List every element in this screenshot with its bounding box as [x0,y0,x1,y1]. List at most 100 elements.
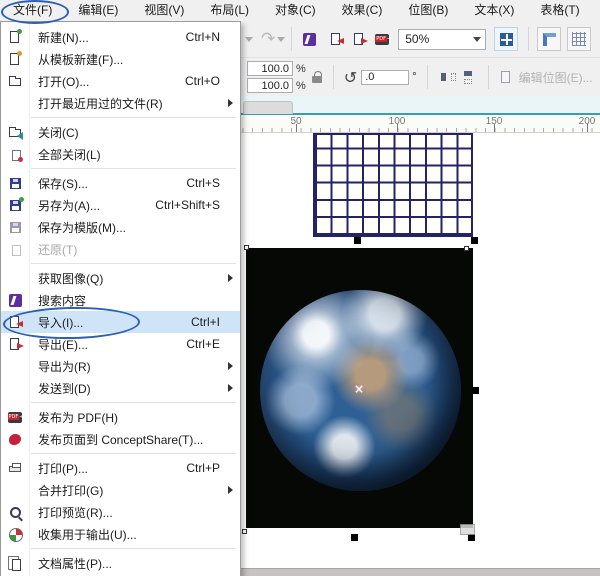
mirror-vertical-icon[interactable] [463,70,478,84]
menu-tools[interactable]: 工具(O) [593,0,600,21]
menu-separator [1,165,240,172]
menu-item-export[interactable]: 导出(E)... Ctrl+E [1,333,240,355]
zoom-dropdown-icon[interactable] [473,36,482,42]
selection-handle-top-right[interactable] [471,237,478,244]
menu-item-new-from-template[interactable]: 从模板新建(F)... [1,48,240,70]
menu-item-new[interactable]: 新建(N)... Ctrl+N [1,26,240,48]
standard-toolbar: ↷ PDF➜ 50% [241,21,600,58]
redo-icon[interactable]: ↷ [261,29,275,49]
menu-item-print-merge[interactable]: 合并打印(G) [1,479,240,501]
menu-item-revert: 还原(T) [1,238,240,260]
print-icon [8,461,23,476]
corel-connect-icon[interactable] [302,32,317,47]
save-icon [8,176,23,191]
publish-pdf-icon: PDF➜ [7,410,23,425]
menu-item-acquire-image[interactable]: 获取图像(Q) [1,267,240,289]
menu-table[interactable]: 表格(T) [527,0,592,21]
menubar: 文件(F) 编辑(E) 视图(V) 布局(L) 对象(C) 效果(C) 位图(B… [0,0,600,21]
import-icon [8,315,23,330]
property-bar: % % ↺ ° 编辑位图(E)... [241,58,600,96]
save-as-template-icon [8,220,23,235]
collect-for-output-icon [8,527,23,542]
edit-bitmap-icon [499,70,514,85]
menu-item-export-as[interactable]: 导出为(R) [1,355,240,377]
zoom-to-fit-button[interactable] [494,27,519,51]
grid-toggle-icon [572,32,587,46]
menu-item-send-to[interactable]: 发送到(D) [1,377,240,399]
corner-node-top-right[interactable] [464,246,469,251]
edit-bitmap-button[interactable]: 编辑位图(E)... [499,69,593,86]
menu-item-search-content[interactable]: 搜索内容 [1,289,240,311]
grid-toggle-button[interactable] [567,27,592,51]
conceptshare-icon [8,432,23,447]
open-folder-icon [8,74,23,89]
redo-dropdown-icon[interactable] [277,36,286,42]
ruler-major-tick [296,124,297,132]
menu-separator [1,450,240,457]
grid-table-object[interactable] [313,133,473,237]
submenu-arrow-icon [228,274,233,282]
scale-x-field[interactable] [247,61,293,76]
rulers-toggle-icon [542,32,556,46]
rotation-angle-field[interactable] [361,69,410,85]
menu-item-collect-for-output[interactable]: 收集用于输出(U)... [1,523,240,545]
submenu-arrow-icon [228,99,233,107]
close-document-icon [8,125,23,140]
menu-edit[interactable]: 编辑(E) [65,0,131,21]
menu-file[interactable]: 文件(F) [0,0,65,21]
selection-handle-right[interactable] [472,387,479,394]
edit-bitmap-label: 编辑位图(E)... [518,70,593,85]
percent-label: % [296,79,306,92]
menu-item-close-all[interactable]: 全部关闭(L) [1,143,240,165]
degree-label: ° [412,71,417,83]
bitmap-image-object[interactable]: × [246,248,473,528]
corner-node-top-left[interactable] [244,245,249,250]
menu-view[interactable]: 视图(V) [131,0,197,21]
lock-ratio-icon[interactable] [311,70,323,84]
mirror-horizontal-icon[interactable] [440,71,456,84]
save-as-icon [8,196,24,213]
toolbar-separator [426,65,428,89]
resize-cursor-icon [460,524,475,535]
ruler-major-tick [587,124,588,132]
menu-object[interactable]: 对象(C) [262,0,329,21]
menu-layout[interactable]: 布局(L) [197,0,262,21]
menu-separator [1,399,240,406]
export-icon [8,337,24,352]
menu-item-save-as[interactable]: 另存为(A)... Ctrl+Shift+S [1,194,240,216]
menu-item-import[interactable]: 导入(I)... Ctrl+I [1,311,240,333]
menu-text[interactable]: 文本(X) [461,0,527,21]
menu-item-save-as-template[interactable]: 保存为模版(M)... [1,216,240,238]
menu-item-document-properties[interactable]: 文档属性(P)... [1,552,240,574]
menu-separator [1,114,240,121]
undo-dropdown-icon[interactable] [245,36,253,42]
menu-item-print[interactable]: 打印(P)... Ctrl+P [1,457,240,479]
selection-handle-top[interactable] [354,237,361,244]
menu-item-print-preview[interactable]: 打印预览(R)... [1,501,240,523]
selection-handle-bottom-right[interactable] [468,534,475,541]
import-icon[interactable] [329,32,345,47]
corueldraw-window: 文件(F) 编辑(E) 视图(V) 布局(L) 对象(C) 效果(C) 位图(B… [0,0,600,576]
menu-bitmaps[interactable]: 位图(B) [395,0,461,21]
export-icon[interactable] [352,32,369,47]
menu-item-publish-to-conceptshare[interactable]: 发布页面到 ConceptShare(T)... [1,428,240,450]
selection-handle-bottom[interactable] [351,534,358,541]
menu-item-save[interactable]: 保存(S)... Ctrl+S [1,172,240,194]
toolbar-separator [528,27,530,51]
document-tab-fragment[interactable] [243,101,293,114]
menu-item-publish-pdf[interactable]: PDF➜ 发布为 PDF(H) [1,406,240,428]
menu-item-open-recent[interactable]: 打开最近用过的文件(R) [1,92,240,114]
menu-item-close[interactable]: 关闭(C) [1,121,240,143]
menu-effects[interactable]: 效果(C) [329,0,396,21]
new-document-icon [8,28,23,45]
rulers-toggle-button[interactable] [537,27,562,51]
publish-pdf-icon[interactable]: PDF➜ [375,32,391,47]
zoom-level-combobox[interactable]: 50% [398,28,487,50]
menu-item-open[interactable]: 打开(O)... Ctrl+O [1,70,240,92]
corner-node-bottom-left[interactable] [242,529,247,534]
scale-y-field[interactable] [247,78,293,93]
document-properties-icon [8,556,23,571]
ruler-major-tick [494,124,495,132]
submenu-arrow-icon [228,384,233,392]
corel-connect-icon [8,293,23,308]
